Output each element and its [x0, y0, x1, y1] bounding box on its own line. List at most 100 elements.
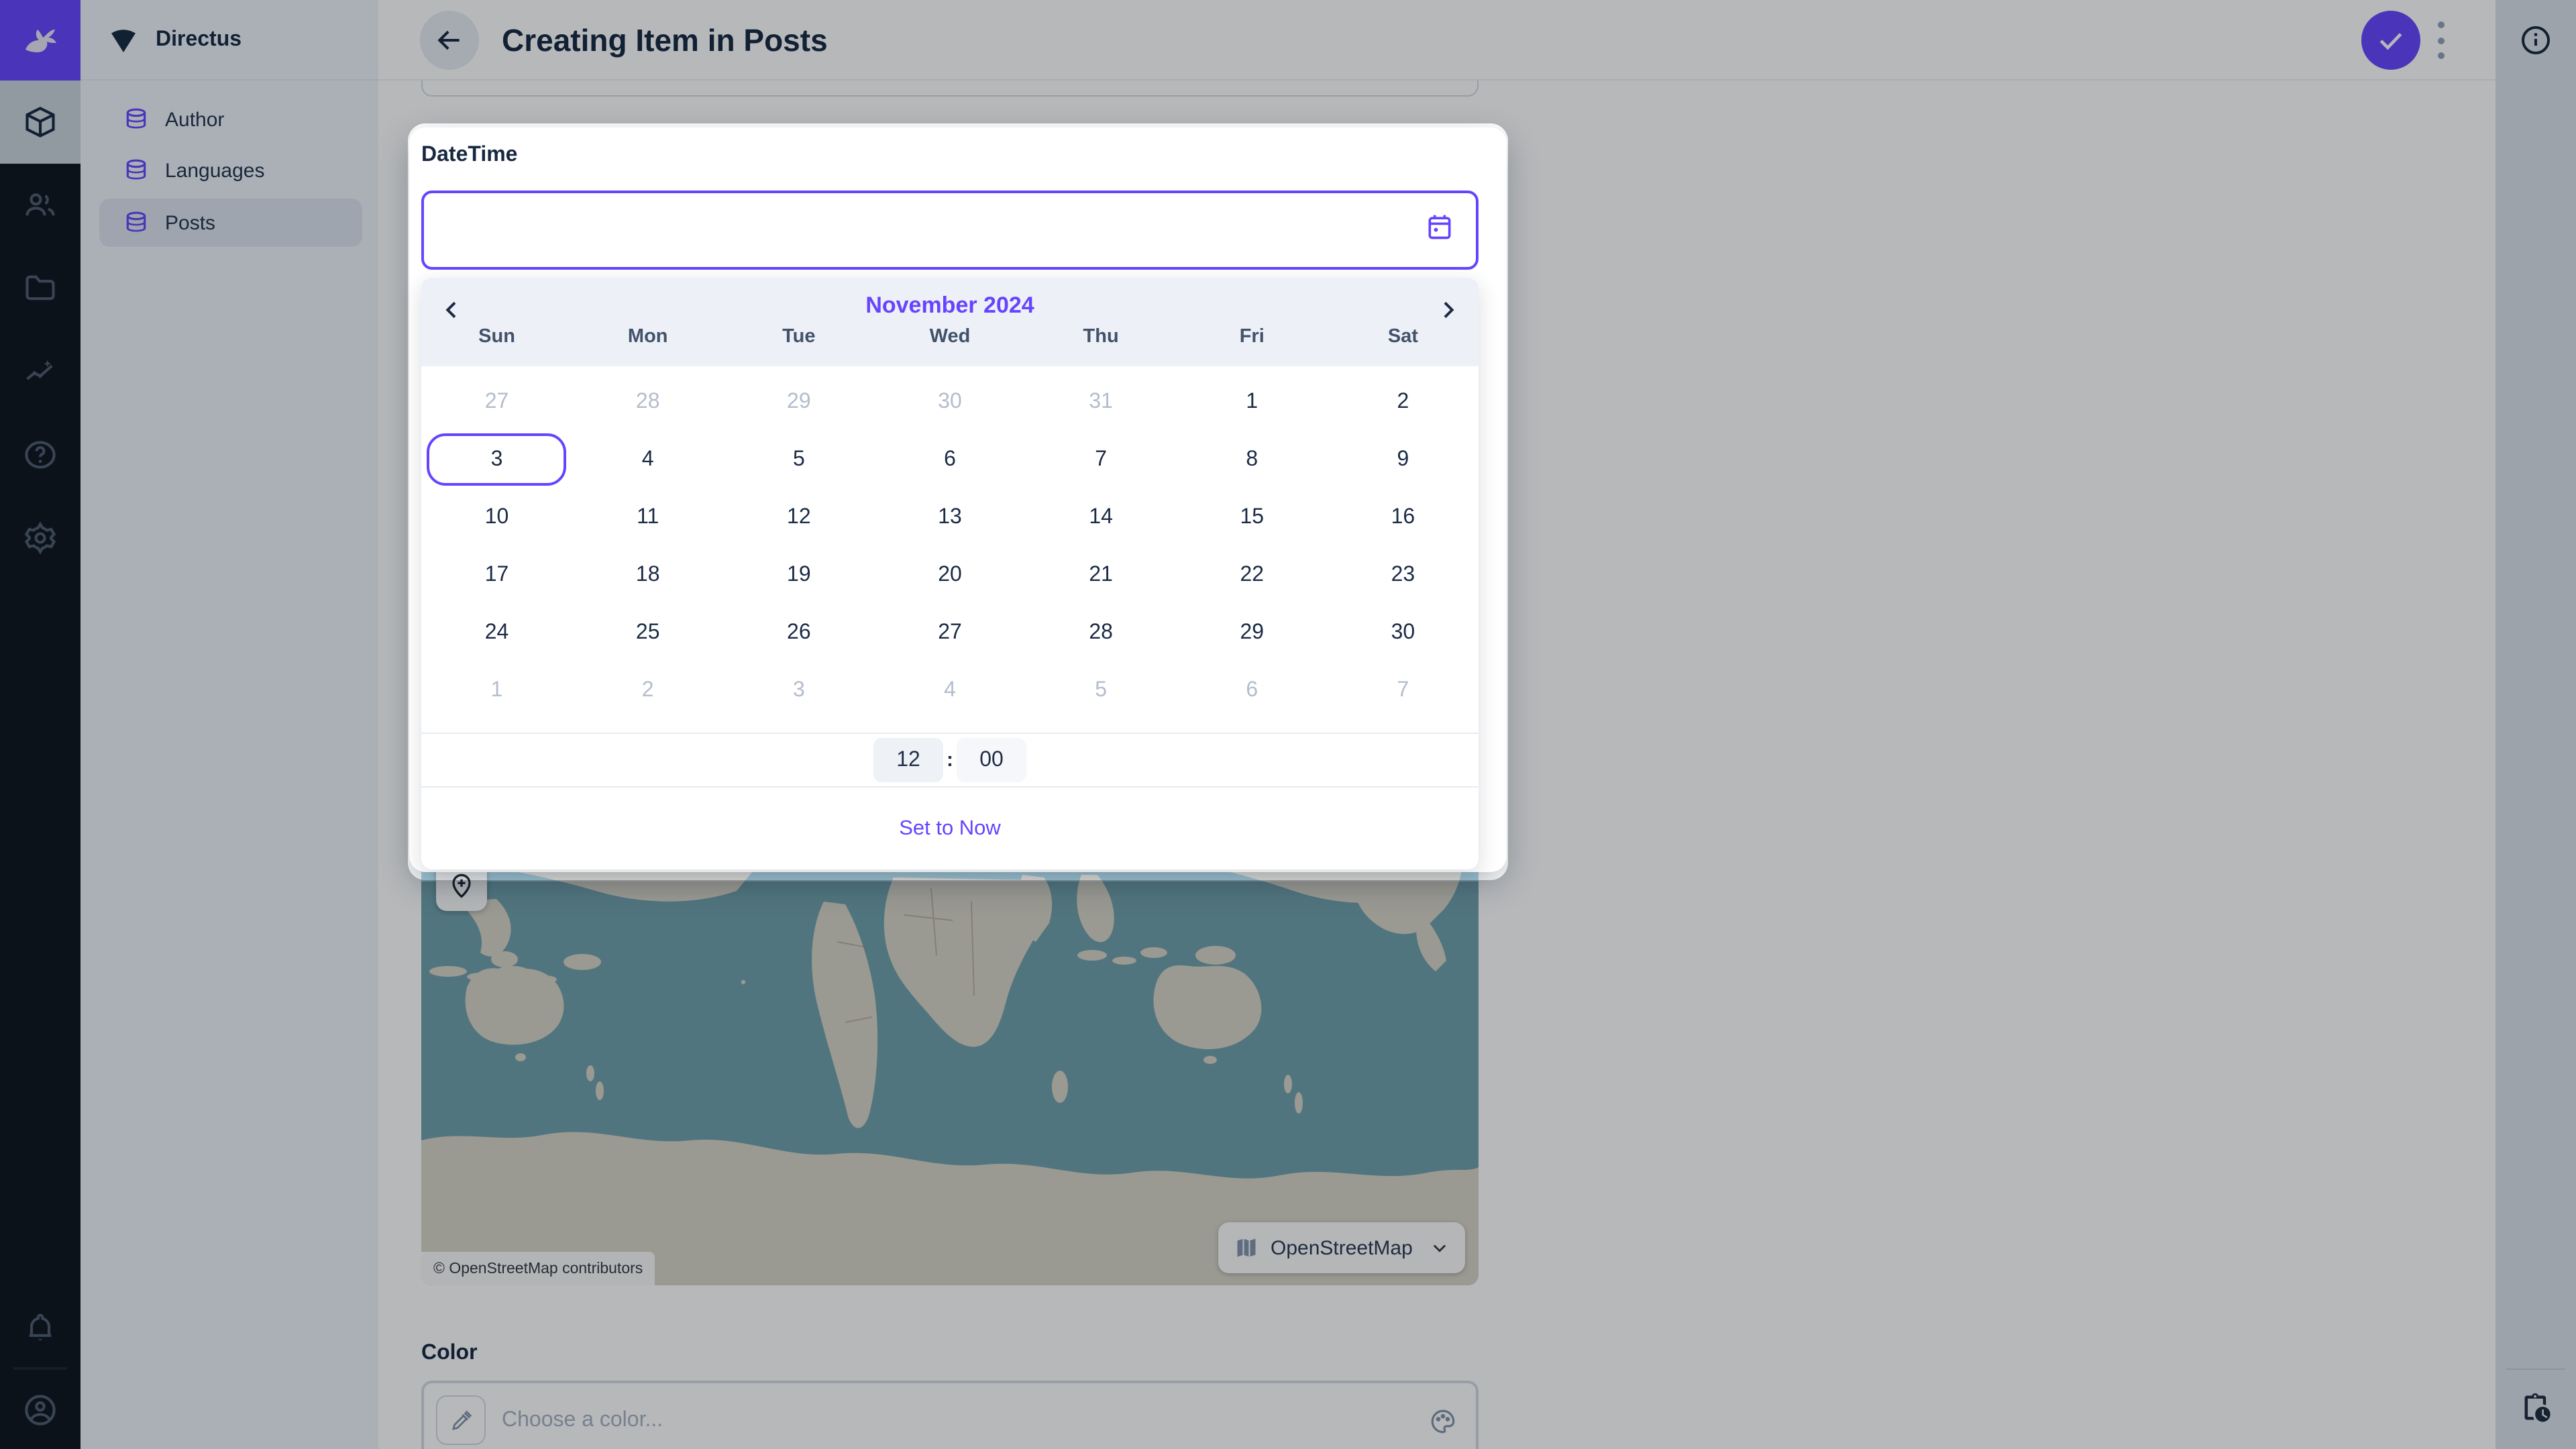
module-insights[interactable] [0, 330, 80, 413]
gear-icon [23, 521, 58, 555]
weekday-label: Tue [723, 326, 874, 366]
calendar-event-icon [1425, 212, 1454, 241]
hour-input[interactable]: 12 [873, 738, 943, 782]
directus-logo[interactable] [0, 0, 80, 80]
calendar-day[interactable]: 30 [874, 373, 1025, 431]
calendar-day[interactable]: 10 [421, 488, 572, 546]
calendar-day[interactable]: 4 [572, 431, 723, 488]
calendar-day[interactable]: 3 [723, 661, 874, 719]
calendar-day[interactable]: 7 [1026, 431, 1177, 488]
save-button[interactable] [2361, 11, 2420, 70]
sidebar-item-author[interactable]: Author [99, 95, 362, 144]
calendar-day[interactable]: 24 [421, 604, 572, 661]
time-row: 12 : 00 [421, 733, 1479, 788]
calendar-day[interactable]: 23 [1328, 546, 1479, 604]
calendar-day[interactable]: 2 [572, 661, 723, 719]
basemap-label: OpenStreetMap [1271, 1236, 1418, 1259]
color-value-input[interactable] [502, 1383, 1307, 1449]
sidebar-item-languages[interactable]: Languages [99, 146, 362, 195]
calendar-grid: 2728293031123456789101112131415161718192… [421, 366, 1479, 733]
project-name: Directus [156, 28, 241, 52]
calendar-day[interactable]: 16 [1328, 488, 1479, 546]
calendar-day[interactable]: 1 [421, 661, 572, 719]
eyedropper-icon [449, 1408, 473, 1432]
datetime-input[interactable] [421, 191, 1479, 270]
collections-sidebar: Directus Author Languages Posts [80, 0, 378, 1449]
map-field-canvas[interactable] [421, 821, 1479, 1285]
info-sidebar-button[interactable] [2520, 24, 2552, 56]
next-month-button[interactable] [1428, 290, 1468, 330]
account-button[interactable] [0, 1368, 80, 1449]
module-content[interactable] [0, 80, 80, 164]
page-title: Creating Item in Posts [502, 0, 828, 80]
sidebar-item-label: Languages [165, 159, 265, 182]
back-button[interactable] [420, 11, 479, 70]
calendar-day[interactable]: 5 [1026, 661, 1177, 719]
calendar-day[interactable]: 29 [1177, 604, 1328, 661]
color-swatch-button[interactable] [436, 1395, 486, 1445]
world-map [421, 821, 1479, 1285]
calendar-day[interactable]: 14 [1026, 488, 1177, 546]
module-users[interactable] [0, 164, 80, 247]
basemap-selector[interactable]: OpenStreetMap [1218, 1222, 1465, 1273]
module-files[interactable] [0, 247, 80, 330]
calendar-day[interactable]: 27 [421, 373, 572, 431]
weekday-label: Wed [874, 326, 1025, 366]
arrow-back-icon [435, 25, 464, 55]
calendar-day[interactable]: 30 [1328, 604, 1479, 661]
people-icon [23, 188, 58, 223]
calendar-icon[interactable] [1425, 212, 1454, 248]
activity-sidebar-button[interactable] [2517, 1390, 2555, 1428]
calendar-day[interactable]: 5 [723, 431, 874, 488]
calendar-day[interactable]: 8 [1177, 431, 1328, 488]
datetime-picker-menu: November 2024 SunMonTueWedThuFriSat 2728… [421, 278, 1479, 869]
folder-icon [23, 271, 58, 306]
calendar-day[interactable]: 29 [723, 373, 874, 431]
calendar-day[interactable]: 4 [874, 661, 1025, 719]
calendar-day[interactable]: 22 [1177, 546, 1328, 604]
calendar-day[interactable]: 26 [723, 604, 874, 661]
calendar-day[interactable]: 11 [572, 488, 723, 546]
calendar-day[interactable]: 20 [874, 546, 1025, 604]
calendar-day[interactable]: 28 [1026, 604, 1177, 661]
sidebar-item-label: Author [165, 108, 224, 131]
module-settings[interactable] [0, 496, 80, 580]
notifications-button[interactable] [0, 1287, 80, 1370]
calendar-day[interactable]: 18 [572, 546, 723, 604]
calendar-day[interactable]: 6 [1177, 661, 1328, 719]
calendar-day[interactable]: 28 [572, 373, 723, 431]
time-colon: : [943, 749, 957, 771]
calendar-day[interactable]: 13 [874, 488, 1025, 546]
right-sidebar-divider [2506, 1368, 2565, 1370]
add-location-icon [447, 871, 476, 900]
calendar-day[interactable]: 17 [421, 546, 572, 604]
weekday-label: Thu [1026, 326, 1177, 366]
more-options-button[interactable] [2435, 21, 2446, 59]
account-circle-icon [23, 1393, 58, 1428]
calendar-day[interactable]: 21 [1026, 546, 1177, 604]
module-docs[interactable] [0, 413, 80, 496]
calendar-day-selected[interactable]: 3 [421, 431, 572, 488]
color-field-input[interactable] [421, 1381, 1479, 1449]
calendar-day[interactable]: 1 [1177, 373, 1328, 431]
palette-icon[interactable] [1429, 1383, 1457, 1449]
calendar-day[interactable]: 31 [1026, 373, 1177, 431]
set-to-now-button[interactable]: Set to Now [899, 817, 1001, 841]
calendar-day[interactable]: 9 [1328, 431, 1479, 488]
calendar-day[interactable]: 19 [723, 546, 874, 604]
calendar-day[interactable]: 15 [1177, 488, 1328, 546]
calendar-day[interactable]: 27 [874, 604, 1025, 661]
project-header[interactable]: Directus [80, 0, 378, 80]
calendar-day[interactable]: 6 [874, 431, 1025, 488]
project-logo-icon [107, 23, 140, 56]
weekday-row: SunMonTueWedThuFriSat [421, 326, 1479, 366]
set-to-now-row: Set to Now [421, 789, 1479, 869]
sidebar-item-posts[interactable]: Posts [99, 199, 362, 247]
calendar-day[interactable]: 2 [1328, 373, 1479, 431]
directus-rabbit-icon [17, 17, 63, 63]
calendar-day[interactable]: 25 [572, 604, 723, 661]
minute-input[interactable]: 00 [957, 738, 1026, 782]
calendar-day[interactable]: 7 [1328, 661, 1479, 719]
attribution-text: © OpenStreetMap contributors [433, 1260, 643, 1277]
calendar-day[interactable]: 12 [723, 488, 874, 546]
